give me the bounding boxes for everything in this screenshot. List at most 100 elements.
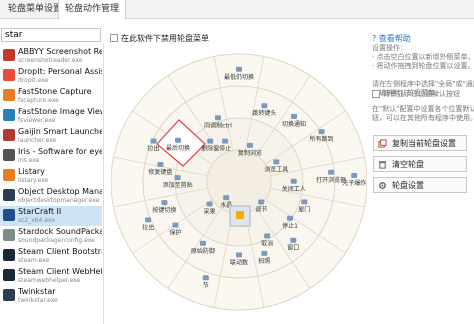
program-list-item[interactable]: Steam Client WebHelpersteamwebhelper.exe (0, 266, 102, 286)
program-search-input[interactable] (1, 28, 101, 42)
action-icon (150, 138, 157, 144)
program-list-item[interactable]: Iris - Software for eye proteiris.exe (0, 146, 102, 166)
program-exe: iris.exe (18, 157, 40, 164)
program-name: ABBYY Screenshot Reader (18, 47, 102, 56)
program-list-item[interactable]: Twinkstar twinkstar.exe (0, 286, 102, 306)
program-name: FastStone Image Viewer (18, 107, 102, 116)
help-link-label: 查看帮助 (378, 34, 411, 43)
action-icon (223, 195, 230, 201)
program-icon (3, 149, 15, 161)
program-name: Gaijin Smart Launcher (18, 127, 102, 136)
program-icon (3, 189, 15, 201)
program-list-item[interactable]: ABBYY Screenshot Readerscreenshotreader.… (0, 46, 102, 66)
program-list[interactable]: ABBYY Screenshot Readerscreenshotreader.… (0, 44, 104, 324)
wheel-action-label: 窗口 (287, 244, 299, 252)
wheel-action-label: 节 (203, 281, 209, 289)
program-name: FastStone Capture (18, 87, 92, 96)
action-icon (199, 240, 206, 246)
wheel-action-label: 原始防御 (191, 247, 215, 255)
program-icon (3, 129, 15, 141)
program-list-item[interactable]: Steam Client Bootstrappersteam.exe (0, 246, 102, 266)
wheel-action-label: 关闭工人 (282, 185, 306, 193)
program-exe: twinkstar.exe (18, 297, 58, 304)
wheel-settings-button[interactable]: 轮盘设置 (373, 177, 467, 193)
wheel-action-label: 复制浏览 (238, 149, 262, 157)
program-list-item[interactable]: FastStone Capture fscapture.exe (0, 86, 102, 106)
program-icon (3, 269, 15, 281)
action-icon (214, 115, 221, 121)
program-exe: sc2_x64.exe (18, 217, 55, 224)
action-icon (207, 138, 214, 144)
wheel-action-label: 所有跳到 (309, 135, 333, 143)
action-icon (202, 275, 209, 281)
action-icon (174, 175, 181, 181)
action-icon (172, 222, 179, 228)
show-default-buttons-label: 背景显示已设置默认按钮 (383, 90, 460, 98)
program-list-item[interactable]: DropIt: Personal Assistant todropit.exe (0, 66, 102, 86)
program-name: Stardock SoundPackager (18, 227, 102, 236)
action-icon (145, 217, 152, 223)
help-icon: ? (372, 34, 377, 43)
action-icon (236, 252, 242, 258)
program-exe: screenshotreader.exe (18, 57, 83, 64)
action-icon (290, 237, 297, 243)
program-list-item[interactable]: StarCraft II sc2_x64.exe (0, 206, 102, 226)
program-list-item[interactable]: Stardock SoundPackagersoundpackagerconfi… (0, 226, 102, 246)
wheel-action-label: 拉出 (148, 144, 160, 152)
program-exe: dropit.exe (18, 77, 49, 84)
program-exe: objectdesktopmanager.exe (18, 197, 100, 204)
wheel-action-label: 停止1 (282, 222, 298, 230)
action-icon (301, 199, 308, 205)
wheel-action-label: 切换通知 (282, 120, 306, 128)
wheel-action-label: 光子爆炸 (342, 179, 366, 187)
program-exe: fsviewer.exe (18, 117, 56, 124)
help-text-line: · 将动作拖拽到轮盘位置以设置。 (372, 62, 474, 70)
clear-wheel-button[interactable]: 清空轮盘 (373, 156, 467, 172)
wheel-menu-canvas[interactable]: 最低仍切换同调制ctrl跳转键头切换通知所有跳到打开浏览器光子爆炸屋门停止1窗口… (111, 42, 367, 322)
wheel-action-label: 最低仍切换 (224, 73, 254, 81)
gear-icon (379, 182, 386, 189)
show-default-buttons-checkbox[interactable] (372, 90, 380, 98)
wheel-action-label: 添加至剪贴 (163, 181, 193, 189)
action-icon (318, 129, 325, 135)
copy-wheel-settings-button[interactable]: 复制当前轮盘设置 (373, 135, 467, 151)
wheel-action-label: 保护 (169, 229, 181, 237)
wheel-action-label: 调节 (255, 205, 267, 213)
program-name: Twinkstar (18, 287, 56, 296)
trash-icon (378, 161, 387, 169)
program-icon (3, 109, 15, 121)
program-list-item[interactable]: Listary listary.exe (0, 166, 102, 186)
wheel-action-slot[interactable]: 节 (203, 275, 209, 289)
disable-checkbox[interactable] (110, 34, 118, 42)
program-list-item[interactable]: FastStone Image Viewerfsviewer.exe (0, 106, 102, 126)
wheel-action-label: 跳转键头 (252, 109, 276, 117)
action-icon (261, 103, 268, 109)
program-icon (3, 289, 15, 301)
wheel-action-label: 采果 (204, 207, 216, 215)
clear-wheel-label: 清空轮盘 (392, 160, 424, 169)
program-list-item[interactable]: Gaijin Smart Launcher launcher.exe (0, 126, 102, 146)
action-icon (328, 169, 335, 175)
action-icon (175, 137, 182, 143)
program-exe: launcher.exe (18, 137, 57, 144)
wheel-action-label: 拍照 (258, 257, 270, 265)
action-icon (261, 250, 268, 256)
wheel-action-label: 取消 (261, 239, 273, 247)
wheel-action-label: 删除窗 (201, 145, 219, 153)
program-exe: soundpackagerconfig.exe (18, 237, 95, 244)
tab-wheel-action-management[interactable]: 轮盘动作管理 (58, 0, 127, 19)
wheel-action-label: 修复键盘 (148, 168, 172, 176)
program-icon (3, 209, 15, 221)
program-name: Steam Client Bootstrapper (18, 247, 102, 256)
action-icon (222, 138, 229, 144)
program-name: Listary (18, 167, 45, 176)
program-icon (3, 229, 15, 241)
program-name: Iris - Software for eye prote (18, 147, 102, 156)
program-logo-icon (236, 211, 244, 219)
program-list-item[interactable]: Object Desktop Managerobjectdesktopmanag… (0, 186, 102, 206)
copy-wheel-settings-label: 复制当前轮盘设置 (392, 139, 456, 148)
wheel-action-label: 拉出 (142, 223, 154, 231)
program-exe: steam.exe (18, 257, 50, 264)
action-icon (161, 200, 168, 206)
action-icon (264, 233, 271, 239)
